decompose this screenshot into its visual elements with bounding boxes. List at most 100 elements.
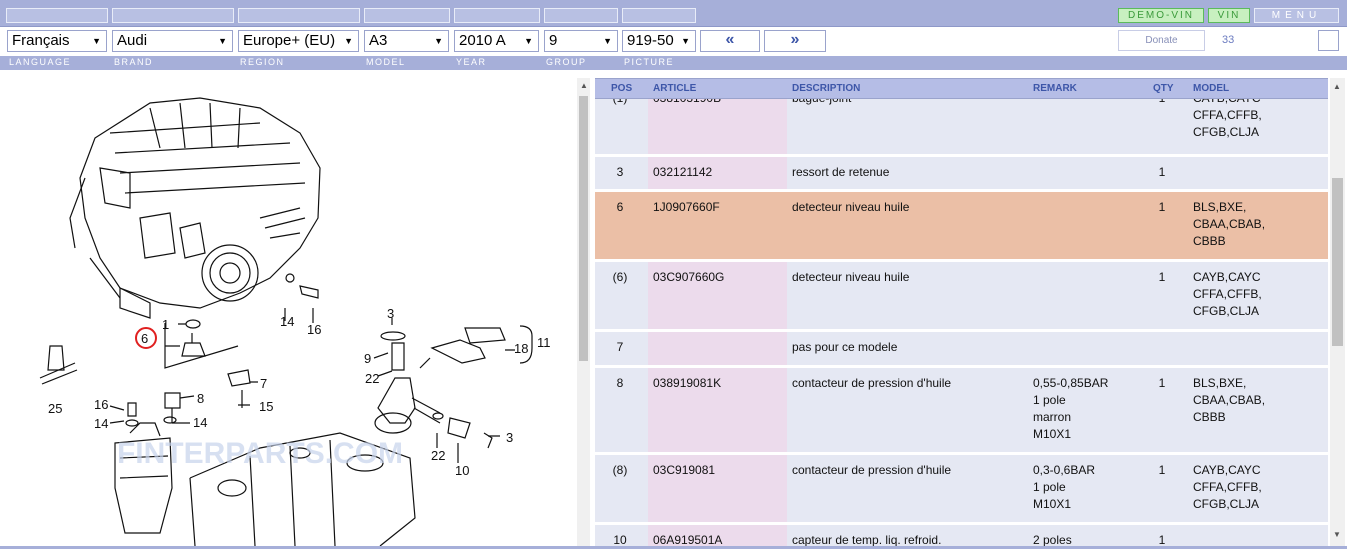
- table-row[interactable]: 3 032121142 ressort de retenue 1: [595, 157, 1328, 192]
- row-article[interactable]: 03C907660G: [653, 269, 724, 286]
- row-model: BLS,BXE, CBAA,CBAB, CBBB: [1193, 376, 1266, 424]
- row-remark: 0,55-0,85BAR 1 pole marron M10X1: [1033, 376, 1109, 441]
- region-label: REGION: [240, 57, 285, 67]
- small-box[interactable]: [1318, 30, 1339, 51]
- header-remark[interactable]: REMARK: [1033, 83, 1077, 94]
- table-row[interactable]: (8) 03C919081 contacteur de pression d'h…: [595, 455, 1328, 525]
- nav-tab-6[interactable]: [544, 8, 618, 23]
- group-label: GROUP: [546, 57, 587, 67]
- model-select[interactable]: A3 ▼: [364, 30, 449, 52]
- region-select[interactable]: Europe+ (EU) ▼: [238, 30, 359, 52]
- callout-22[interactable]: 22: [431, 448, 445, 463]
- row-description: detecteur niveau huile: [792, 200, 910, 214]
- nav-tab-7[interactable]: [622, 8, 696, 23]
- scroll-down-icon[interactable]: ▼: [1333, 530, 1341, 539]
- row-qty: 1: [1158, 533, 1166, 546]
- demo-vin-button[interactable]: DEMO-VIN: [1118, 8, 1204, 23]
- language-label: LANGUAGE: [9, 57, 72, 67]
- callout-18[interactable]: 18: [514, 341, 528, 356]
- header-pos[interactable]: POS: [611, 83, 632, 94]
- callout-16[interactable]: 16: [307, 322, 321, 337]
- table-header: POS ARTICLE DESCRIPTION REMARK QTY MODEL: [595, 78, 1328, 99]
- row-description: ressort de retenue: [792, 165, 890, 179]
- nav-tab-4[interactable]: [364, 8, 450, 23]
- header-article[interactable]: ARTICLE: [653, 83, 696, 94]
- callout-14[interactable]: 14: [280, 314, 294, 329]
- callout-6[interactable]: 6: [141, 331, 148, 346]
- row-article[interactable]: 06A919501A: [653, 532, 722, 546]
- table-row[interactable]: 8 038919081K contacteur de pression d'hu…: [595, 368, 1328, 455]
- scroll-up-icon[interactable]: ▲: [1333, 82, 1341, 91]
- callout-15[interactable]: 15: [259, 399, 273, 414]
- table-row[interactable]: 7 pas pour ce modele: [595, 332, 1328, 368]
- callout-1[interactable]: 1: [162, 317, 169, 332]
- callout-22[interactable]: 22: [365, 371, 379, 386]
- model-label: MODEL: [366, 57, 406, 67]
- table-row-selected[interactable]: 6 1J0907660F detecteur niveau huile 1 BL…: [595, 192, 1328, 262]
- watermark: FINTERPARTS.COM: [117, 437, 403, 470]
- row-qty: 1: [1158, 376, 1166, 390]
- donate-button[interactable]: Donate: [1118, 30, 1205, 51]
- scrollbar-thumb[interactable]: [1332, 178, 1343, 346]
- callout-9[interactable]: 9: [364, 351, 371, 366]
- brand-select[interactable]: Audi ▼: [112, 30, 233, 52]
- row-qty: 1: [1158, 165, 1166, 179]
- row-pos: 7: [616, 340, 624, 354]
- brand-label: BRAND: [114, 57, 154, 67]
- nav-tab-3[interactable]: [238, 8, 360, 23]
- header-qty[interactable]: QTY: [1153, 83, 1174, 94]
- counter-value: 33: [1222, 34, 1235, 46]
- callout-14[interactable]: 14: [193, 415, 207, 430]
- callout-7[interactable]: 7: [260, 376, 267, 391]
- row-article[interactable]: 038919081K: [653, 375, 721, 392]
- callout-16[interactable]: 16: [94, 397, 108, 412]
- callout-3[interactable]: 3: [506, 430, 513, 445]
- picture-select[interactable]: 919-50 ▼: [622, 30, 696, 52]
- callout-10[interactable]: 10: [455, 463, 469, 478]
- nav-tab-1[interactable]: [6, 8, 108, 23]
- language-select[interactable]: Français ▼: [7, 30, 107, 52]
- callout-11[interactable]: 11: [537, 335, 551, 350]
- menu-button[interactable]: MENU: [1254, 8, 1339, 23]
- chevron-down-icon: ▼: [344, 36, 353, 46]
- row-pos: 3: [616, 165, 624, 179]
- table-scrollbar[interactable]: ▲ ▼: [1330, 78, 1345, 546]
- row-model: CAYB,CAYC CFFA,CFFB, CFGB,CLJA: [1193, 463, 1262, 511]
- row-article[interactable]: 032121142: [653, 164, 712, 181]
- nav-tab-2[interactable]: [112, 8, 234, 23]
- row-article[interactable]: 03C919081: [653, 462, 715, 479]
- header-description[interactable]: DESCRIPTION: [792, 83, 860, 94]
- vin-button[interactable]: VIN: [1208, 8, 1250, 23]
- selector-row: Français ▼ Audi ▼ Europe+ (EU) ▼ A3 ▼ 2010 A…: [0, 27, 1347, 55]
- year-label: YEAR: [456, 57, 487, 67]
- callout-25[interactable]: 25: [48, 401, 62, 416]
- parts-diagram[interactable]: FINTERPARTS.COM 1 3 3 6 7 8 9 10 11 14 1…: [0, 78, 575, 546]
- year-select[interactable]: 2010 A ▼: [454, 30, 539, 52]
- row-qty: 1: [1158, 200, 1166, 214]
- header-model[interactable]: MODEL: [1193, 83, 1229, 94]
- nav-tab-5[interactable]: [454, 8, 540, 23]
- scrollbar-thumb[interactable]: [579, 96, 588, 361]
- next-picture-button[interactable]: »: [764, 30, 826, 52]
- group-select[interactable]: 9 ▼: [544, 30, 618, 52]
- row-pos: (8): [612, 463, 628, 477]
- diagram-scrollbar[interactable]: ▲: [577, 78, 590, 546]
- callout-3[interactable]: 3: [387, 306, 394, 321]
- chevron-down-icon: ▼: [524, 36, 533, 46]
- chevron-down-icon: ▼: [603, 36, 612, 46]
- previous-picture-button[interactable]: «: [700, 30, 760, 52]
- row-model: BLS,BXE, CBAA,CBAB, CBBB: [1193, 200, 1266, 248]
- callout-8[interactable]: 8: [197, 391, 204, 406]
- table-row[interactable]: 10 06A919501A capteur de temp. liq. refr…: [595, 525, 1328, 546]
- row-remark: 0,3-0,6BAR 1 pole M10X1: [1033, 463, 1096, 511]
- model-value: A3: [369, 32, 388, 49]
- row-pos: (6): [612, 270, 628, 284]
- engine-illustration: FINTERPARTS.COM 1 3 3 6 7 8 9 10 11 14 1…: [39, 97, 551, 546]
- row-pos: 8: [616, 376, 624, 390]
- selector-labels: LANGUAGE BRAND REGION MODEL YEAR GROUP P…: [0, 56, 1347, 70]
- table-row[interactable]: (6) 03C907660G detecteur niveau huile 1 …: [595, 262, 1328, 332]
- scroll-up-icon[interactable]: ▲: [580, 81, 588, 90]
- row-article[interactable]: 1J0907660F: [653, 199, 720, 216]
- callout-14[interactable]: 14: [94, 416, 108, 431]
- row-qty: 1: [1158, 270, 1166, 284]
